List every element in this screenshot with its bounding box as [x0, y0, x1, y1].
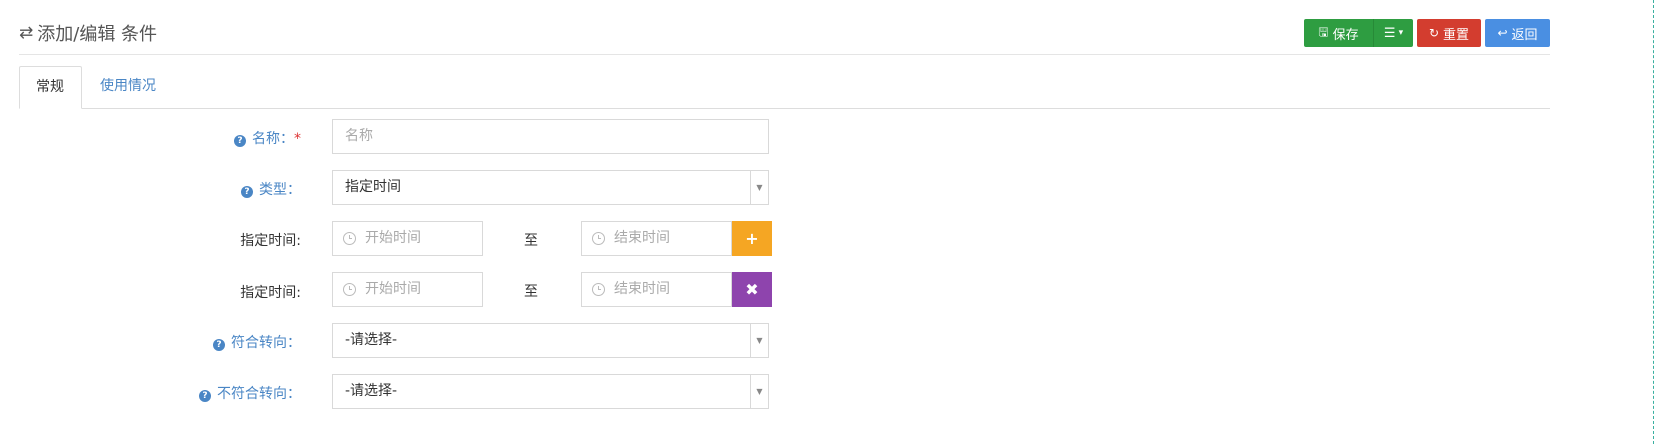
clock-icon	[343, 283, 356, 296]
list-icon: ☰	[1383, 25, 1396, 41]
start-time-placeholder: 开始时间	[365, 230, 421, 246]
back-button-label: 返回	[1511, 27, 1538, 43]
name-label: ? 名称：*	[234, 128, 301, 148]
start-time-input[interactable]: 开始时间	[332, 272, 483, 307]
nomatch-redirect-label-text: 不符合转向：	[217, 386, 301, 402]
reply-icon: ↩	[1497, 26, 1508, 40]
clock-icon	[343, 232, 356, 245]
frame-border	[1653, 0, 1654, 444]
type-select-value: 指定时间	[345, 179, 401, 195]
tab-general[interactable]: 常规	[19, 66, 82, 109]
add-time-range-button[interactable]: +	[732, 221, 772, 256]
refresh-icon: ↻	[1428, 26, 1440, 40]
match-redirect-value: -请选择-	[345, 332, 398, 348]
match-redirect-label-text: 符合转向：	[231, 335, 301, 351]
type-label-text: 类型：	[259, 182, 301, 198]
start-time-input[interactable]: 开始时间	[332, 221, 483, 256]
to-label: 至	[524, 233, 538, 249]
type-label: ? 类型：	[241, 179, 301, 199]
clock-icon	[592, 232, 605, 245]
help-icon[interactable]: ?	[199, 390, 211, 402]
save-button[interactable]: 🖫 保存	[1304, 19, 1373, 47]
nomatch-redirect-value: -请选择-	[345, 383, 398, 399]
tab-usage[interactable]: 使用情况	[84, 66, 172, 109]
name-label-text: 名称：	[252, 131, 294, 147]
remove-time-range-button[interactable]: ✖	[732, 272, 772, 307]
help-icon[interactable]: ?	[213, 339, 225, 351]
help-icon[interactable]: ?	[241, 186, 253, 198]
close-icon: ✖	[745, 280, 759, 299]
swap-icon: ⇄	[19, 23, 34, 43]
end-time-placeholder: 结束时间	[614, 281, 670, 297]
clock-icon	[592, 283, 605, 296]
match-redirect-label: ? 符合转向：	[213, 332, 301, 352]
match-redirect-select[interactable]: -请选择- ▼	[332, 323, 769, 358]
name-input[interactable]: 名称	[332, 119, 769, 154]
reset-button[interactable]: ↻ 重置	[1417, 19, 1481, 47]
end-time-placeholder: 结束时间	[614, 230, 670, 246]
to-label: 至	[524, 284, 538, 300]
floppy-icon: 🖫	[1318, 24, 1329, 39]
nomatch-redirect-label: ? 不符合转向：	[199, 383, 301, 403]
save-options-dropdown-button[interactable]: ☰ ▾	[1373, 19, 1413, 47]
end-time-input[interactable]: 结束时间	[581, 272, 732, 307]
page-header: ⇄ 添加/编辑 条件 🖫 保存 ☰ ▾ ↻ 重置 ↩ 返回	[19, 18, 1550, 55]
reset-button-label: 重置	[1443, 27, 1470, 43]
start-time-placeholder: 开始时间	[365, 281, 421, 297]
chevron-down-icon: ▾	[1398, 28, 1404, 38]
nomatch-redirect-select[interactable]: -请选择- ▼	[332, 374, 769, 409]
save-button-label: 保存	[1332, 27, 1359, 43]
type-select[interactable]: 指定时间 ▼	[332, 170, 769, 205]
back-button[interactable]: ↩ 返回	[1485, 19, 1550, 47]
time-range-label: 指定时间:	[240, 233, 301, 249]
caret-down-icon: ▼	[750, 324, 768, 357]
caret-down-icon: ▼	[750, 375, 768, 408]
page-title: ⇄ 添加/编辑 条件	[19, 20, 157, 46]
page-title-text: 添加/编辑 条件	[37, 24, 158, 45]
time-range-label: 指定时间:	[240, 285, 301, 301]
help-icon[interactable]: ?	[234, 135, 246, 147]
plus-icon: +	[745, 229, 759, 248]
caret-down-icon: ▼	[750, 171, 768, 204]
tab-bar: 常规 使用情况	[19, 66, 1550, 109]
required-mark: *	[294, 131, 301, 147]
end-time-input[interactable]: 结束时间	[581, 221, 732, 256]
toolbar: 🖫 保存 ☰ ▾ ↻ 重置 ↩ 返回	[1304, 19, 1550, 47]
